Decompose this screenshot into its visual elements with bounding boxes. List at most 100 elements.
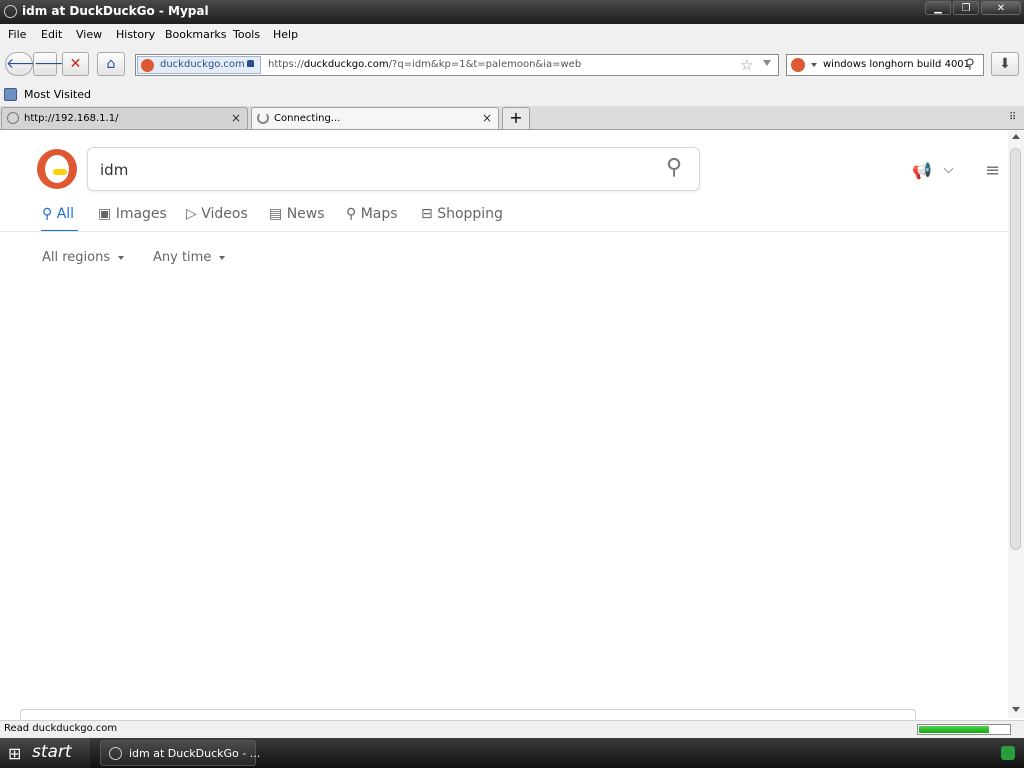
ddg-tab-news[interactable]: ▤ News [269, 206, 325, 222]
download-arrow-icon: ⬇ [999, 56, 1011, 72]
shopping-bag-icon: ⊟ [421, 206, 433, 222]
taskbar-item-mypal[interactable]: idm at DuckDuckGo - ... [100, 740, 260, 766]
home-icon: ⌂ [106, 56, 116, 72]
back-button[interactable]: 🡐 [5, 52, 44, 76]
tab-label: Connecting... [274, 113, 341, 124]
search-icon[interactable]: ⚲ [666, 155, 682, 180]
tab-router[interactable]: http://192.168.1.1/ × [1, 107, 248, 129]
search-icon: ⚲ [42, 206, 53, 222]
stop-icon: ✕ [69, 56, 82, 72]
menu-view[interactable]: View [76, 28, 102, 41]
menu-bar: File Edit View History Bookmarks Tools H… [0, 24, 1024, 46]
lock-icon [247, 60, 254, 67]
start-button[interactable]: ⊞ start [0, 738, 90, 768]
scroll-up-arrow-icon[interactable] [1012, 134, 1020, 139]
menu-tools[interactable]: Tools [233, 28, 260, 41]
duckduckgo-favicon-icon [141, 59, 154, 72]
url-path: /?q=idm&kp=1&t=palemoon&ia=web [388, 59, 582, 70]
region-filter-label: All regions [42, 250, 111, 265]
ddg-search-field[interactable]: idm ⚲ [87, 147, 700, 191]
search-box-value: windows longhorn build 4001 [823, 59, 971, 70]
ddg-tab-label: Videos [201, 206, 248, 222]
folder-icon [4, 88, 17, 101]
header-divider [0, 231, 1008, 232]
stop-button[interactable]: ✕ [62, 52, 89, 76]
site-identity-button[interactable]: duckduckgo.com [137, 56, 261, 74]
scrollbar-thumb[interactable] [1010, 148, 1021, 550]
close-tab-icon[interactable]: × [231, 111, 241, 125]
close-tab-icon[interactable]: × [482, 111, 492, 125]
hamburger-menu-icon[interactable]: ≡ [985, 160, 1000, 181]
time-filter-label: Any time [153, 250, 212, 265]
navigation-toolbar: 🡐 🡒 ✕ ⌂ duckduckgo.com https://duckduckg… [0, 46, 1024, 84]
url-text[interactable]: https://duckduckgo.com/?q=idm&kp=1&t=pal… [268, 59, 581, 70]
menu-help[interactable]: Help [273, 28, 298, 41]
ddg-tab-label: All [56, 206, 75, 222]
caret-down-icon [219, 255, 226, 260]
ddg-tab-label: Maps [360, 206, 398, 222]
tab-duckduckgo[interactable]: Connecting... × [251, 107, 499, 129]
mypal-app-icon [109, 747, 122, 760]
url-prefix: https:// [268, 59, 304, 70]
page-content: idm ⚲ 📢 ≡ ⚲ All ▣ Images ▷ Videos ▤ News… [0, 130, 1008, 721]
window-title: idm at DuckDuckGo - Mypal [22, 4, 209, 18]
bookmark-star-icon[interactable]: ☆ [740, 56, 753, 74]
megaphone-icon[interactable]: 📢 [912, 161, 932, 180]
scroll-down-arrow-icon[interactable] [1012, 707, 1020, 712]
play-icon: ▷ [186, 206, 197, 222]
mypal-app-icon [4, 5, 17, 18]
tab-strip: http://192.168.1.1/ × Connecting... × + … [0, 106, 1024, 130]
taskbar: ⊞ start idm at DuckDuckGo - ... [0, 738, 1024, 768]
page-load-progress [917, 724, 1011, 735]
security-shield-icon[interactable] [1001, 746, 1015, 760]
status-text: Read duckduckgo.com [4, 723, 118, 734]
menu-bookmarks[interactable]: Bookmarks [165, 28, 226, 41]
caret-down-icon [118, 255, 125, 260]
tab-label: http://192.168.1.1/ [24, 113, 119, 124]
loading-spinner-icon [257, 112, 269, 124]
search-engine-icon[interactable] [791, 58, 805, 72]
ddg-tab-videos[interactable]: ▷ Videos [186, 206, 248, 222]
window-titlebar: idm at DuckDuckGo - Mypal ▁ ❐ ✕ [0, 0, 1024, 24]
ddg-tab-shopping[interactable]: ⊟ Shopping [421, 206, 503, 222]
new-tab-button[interactable]: + [502, 107, 530, 129]
search-go-icon[interactable]: ⚲ [965, 57, 975, 72]
web-search-box[interactable]: windows longhorn build 4001 ⚲ [786, 54, 984, 76]
url-bar[interactable]: duckduckgo.com https://duckduckgo.com/?q… [135, 54, 779, 76]
plus-icon: + [509, 108, 523, 127]
menu-edit[interactable]: Edit [41, 28, 62, 41]
time-filter[interactable]: Any time [153, 250, 226, 265]
ddg-tab-maps[interactable]: ⚲ Maps [346, 206, 398, 222]
close-window-button[interactable]: ✕ [981, 1, 1021, 15]
tab-list-grid-icon[interactable]: ⠿ [1009, 112, 1016, 123]
downloads-button[interactable]: ⬇ [991, 52, 1019, 76]
chevron-down-icon[interactable] [943, 163, 954, 174]
taskbar-item-label: idm at DuckDuckGo - ... [129, 747, 261, 760]
url-history-dropdown-icon[interactable] [763, 60, 771, 66]
duck-beak [53, 169, 67, 175]
menu-history[interactable]: History [116, 28, 155, 41]
bookmark-most-visited[interactable]: Most Visited [24, 88, 91, 101]
ddg-tab-all[interactable]: ⚲ All [42, 206, 74, 222]
ddg-tab-images[interactable]: ▣ Images [98, 206, 167, 222]
maximize-button[interactable]: ❐ [953, 1, 979, 15]
map-pin-icon: ⚲ [346, 206, 357, 222]
start-label: start [32, 742, 72, 762]
search-engine-dropdown-icon[interactable] [811, 63, 817, 67]
ddg-tab-label: News [286, 206, 325, 222]
ddg-tab-label: Shopping [437, 206, 503, 222]
ddg-tab-label: Images [115, 206, 167, 222]
duckduckgo-logo[interactable] [37, 149, 77, 189]
menu-file[interactable]: File [8, 28, 26, 41]
newspaper-icon: ▤ [269, 206, 283, 222]
home-button[interactable]: ⌂ [97, 52, 125, 76]
minimize-button[interactable]: ▁ [925, 1, 951, 15]
region-filter[interactable]: All regions [42, 250, 125, 265]
progress-fill [919, 726, 990, 733]
url-host: duckduckgo.com [303, 59, 389, 70]
forward-button[interactable]: 🡒 [33, 52, 72, 76]
image-icon: ▣ [98, 206, 112, 222]
vertical-scrollbar[interactable] [1008, 130, 1024, 718]
ddg-search-query: idm [100, 161, 129, 179]
windows-logo-icon: ⊞ [8, 744, 22, 763]
